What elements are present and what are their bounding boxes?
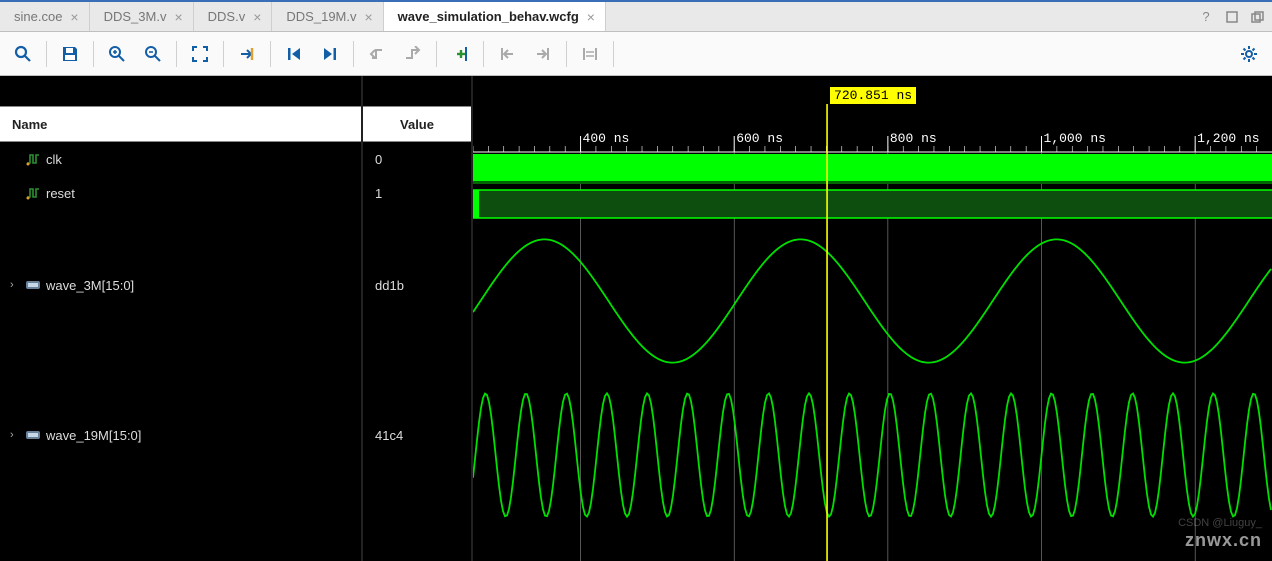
bus-signal-icon bbox=[24, 427, 42, 443]
tab-label: wave_simulation_behav.wcfg bbox=[398, 9, 579, 24]
go-to-start-button[interactable] bbox=[277, 37, 311, 71]
tab-wave-simulation[interactable]: wave_simulation_behav.wcfg × bbox=[384, 2, 606, 31]
swap-markers-button[interactable] bbox=[573, 37, 607, 71]
save-button[interactable] bbox=[53, 37, 87, 71]
settings-button[interactable] bbox=[1232, 37, 1266, 71]
column-header-value[interactable]: Value bbox=[363, 106, 471, 142]
watermark-text: CSDN @Liuguy_ bbox=[1178, 517, 1262, 529]
tab-dds[interactable]: DDS.v × bbox=[194, 2, 273, 31]
next-transition-button[interactable] bbox=[396, 37, 430, 71]
svg-text:600 ns: 600 ns bbox=[736, 131, 783, 146]
zoom-fit-button[interactable] bbox=[183, 37, 217, 71]
signal-value: dd1b bbox=[363, 210, 471, 360]
tab-dds-19m[interactable]: DDS_19M.v × bbox=[272, 2, 383, 31]
svg-text:400 ns: 400 ns bbox=[583, 131, 630, 146]
tab-label: DDS_19M.v bbox=[286, 9, 356, 24]
signal-name: wave_19M[15:0] bbox=[46, 428, 141, 443]
tab-label: DDS.v bbox=[208, 9, 246, 24]
cursor-time-label[interactable]: 720.851 ns bbox=[829, 86, 917, 105]
go-to-end-button[interactable] bbox=[313, 37, 347, 71]
zoom-out-button[interactable] bbox=[136, 37, 170, 71]
restore-icon[interactable] bbox=[1250, 9, 1266, 25]
bus-signal-icon bbox=[24, 277, 42, 293]
close-icon[interactable]: × bbox=[174, 9, 182, 25]
signal-row-wave-19m[interactable]: › wave_19M[15:0] bbox=[0, 360, 361, 510]
go-to-cursor-button[interactable] bbox=[230, 37, 264, 71]
waveform-toolbar bbox=[0, 32, 1272, 76]
waveform-canvas[interactable]: 400 ns 600 ns 800 ns 1,000 ns 1,200 ns bbox=[473, 76, 1272, 561]
close-icon[interactable]: × bbox=[253, 9, 261, 25]
signal-row-clk[interactable]: clk bbox=[0, 142, 361, 176]
close-icon[interactable]: × bbox=[364, 9, 372, 25]
tab-dds-3m[interactable]: DDS_3M.v × bbox=[90, 2, 194, 31]
next-marker-button[interactable] bbox=[526, 37, 560, 71]
add-marker-button[interactable] bbox=[443, 37, 477, 71]
signal-row-reset[interactable]: reset bbox=[0, 176, 361, 210]
signal-name: reset bbox=[46, 186, 75, 201]
maximize-icon[interactable] bbox=[1224, 9, 1240, 25]
expand-icon[interactable]: › bbox=[10, 429, 24, 441]
close-icon[interactable]: × bbox=[70, 9, 78, 25]
clock-signal-icon bbox=[24, 151, 42, 167]
editor-tabs: sine.coe × DDS_3M.v × DDS.v × DDS_19M.v × wa… bbox=[0, 2, 1272, 32]
signal-name: clk bbox=[46, 152, 62, 167]
column-header-name[interactable]: Name bbox=[0, 106, 361, 142]
waveform-viewport[interactable]: 720.851 ns 400 ns 600 ns 800 ns 1,000 ns 1,2… bbox=[473, 76, 1272, 561]
search-button[interactable] bbox=[6, 37, 40, 71]
tab-label: DDS_3M.v bbox=[104, 9, 167, 24]
svg-text:1,000 ns: 1,000 ns bbox=[1044, 131, 1106, 146]
svg-text:800 ns: 800 ns bbox=[890, 131, 937, 146]
zoom-in-button[interactable] bbox=[100, 37, 134, 71]
help-icon[interactable]: ? bbox=[1198, 9, 1214, 25]
signal-name: wave_3M[15:0] bbox=[46, 278, 134, 293]
signal-value: 1 bbox=[363, 176, 471, 210]
tab-label: sine.coe bbox=[14, 9, 62, 24]
signal-value: 41c4 bbox=[363, 360, 471, 510]
signal-name-panel: Name clk reset › wave_3M[15:0] bbox=[0, 76, 363, 561]
close-icon[interactable]: × bbox=[587, 9, 595, 25]
signal-value: 0 bbox=[363, 142, 471, 176]
signal-row-wave-3m[interactable]: › wave_3M[15:0] bbox=[0, 210, 361, 360]
svg-text:1,200 ns: 1,200 ns bbox=[1197, 131, 1259, 146]
expand-icon[interactable]: › bbox=[10, 279, 24, 291]
tab-sine-coe[interactable]: sine.coe × bbox=[0, 2, 90, 31]
signal-value-panel: Value 0 1 dd1b 41c4 bbox=[363, 76, 473, 561]
watermark-text: znwx.cn bbox=[1185, 530, 1262, 551]
prev-marker-button[interactable] bbox=[490, 37, 524, 71]
prev-transition-button[interactable] bbox=[360, 37, 394, 71]
clock-signal-icon bbox=[24, 185, 42, 201]
